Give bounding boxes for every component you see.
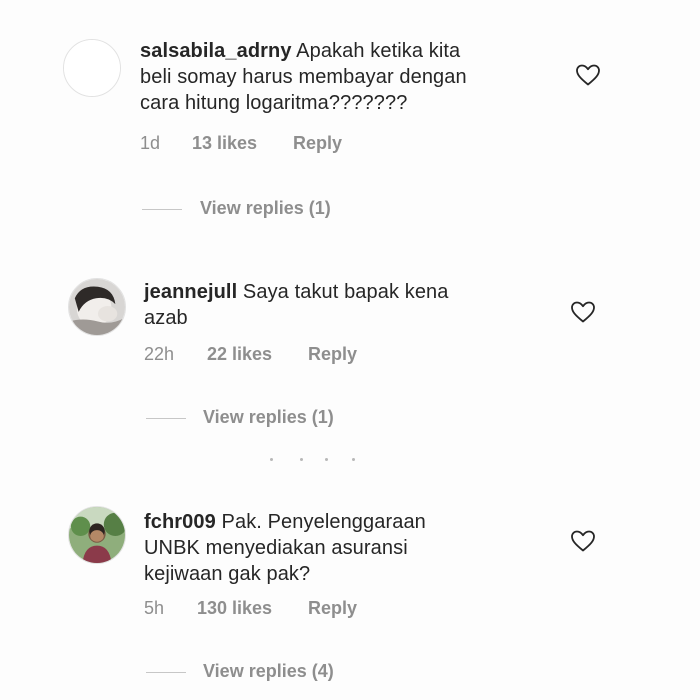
- comment-username[interactable]: fchr009: [144, 511, 216, 533]
- likes-count[interactable]: 22 likes: [207, 344, 308, 365]
- comment-body-line: UNBK menyediakan asuransi: [144, 537, 408, 559]
- comment-text: fchr009 Pak. Penyelenggaraan UNBK menyed…: [144, 509, 426, 587]
- view-replies-button[interactable]: View replies (1): [200, 198, 331, 219]
- photo-avatar-icon: [69, 507, 125, 563]
- view-replies-divider: [142, 209, 182, 210]
- likes-count[interactable]: 13 likes: [192, 133, 293, 154]
- comment-body-line: beli somay harus membayar dengan: [140, 66, 467, 88]
- comment-text: salsabila_adrny Apakah ketika kita beli …: [140, 38, 467, 116]
- like-heart-icon[interactable]: [575, 63, 601, 87]
- blank-avatar-icon: [64, 40, 120, 96]
- view-replies-button[interactable]: View replies (4): [203, 661, 334, 682]
- reply-button[interactable]: Reply: [308, 598, 357, 619]
- view-replies-divider: [146, 418, 186, 419]
- avatar[interactable]: [68, 506, 126, 564]
- scroll-artifact: [270, 458, 360, 464]
- comment-body-line: azab: [144, 307, 188, 329]
- comment-meta: 1d 13 likes Reply: [140, 133, 342, 154]
- comment-body-line: cara hitung logaritma???????: [140, 92, 408, 114]
- comment-username[interactable]: jeannejull: [144, 281, 237, 303]
- comment-meta: 5h 130 likes Reply: [144, 598, 357, 619]
- comment-time: 5h: [144, 598, 165, 618]
- view-replies-divider: [146, 672, 186, 673]
- avatar[interactable]: [63, 39, 121, 97]
- reply-button[interactable]: Reply: [308, 344, 357, 365]
- like-heart-icon[interactable]: [570, 300, 596, 324]
- comment-time: 22h: [144, 344, 175, 364]
- comments-page: salsabila_adrny Apakah ketika kita beli …: [0, 0, 700, 700]
- comment-body-line: Apakah ketika kita: [296, 40, 461, 62]
- like-heart-icon[interactable]: [570, 529, 596, 553]
- reply-button[interactable]: Reply: [293, 133, 342, 154]
- likes-count[interactable]: 130 likes: [197, 598, 308, 619]
- comment-username[interactable]: salsabila_adrny: [140, 40, 292, 62]
- comment-body-line: Pak. Penyelenggaraan: [221, 511, 426, 533]
- comment-meta: 22h 22 likes Reply: [144, 344, 357, 365]
- comment-text: jeannejull Saya takut bapak kena azab: [144, 279, 449, 331]
- avatar[interactable]: [68, 278, 126, 336]
- comment-time: 1d: [140, 133, 161, 153]
- view-replies-button[interactable]: View replies (1): [203, 407, 334, 428]
- photo-avatar-icon: [69, 279, 125, 335]
- comment-body-line: Saya takut bapak kena: [242, 281, 449, 303]
- comment-body-line: kejiwaan gak pak?: [144, 563, 311, 585]
